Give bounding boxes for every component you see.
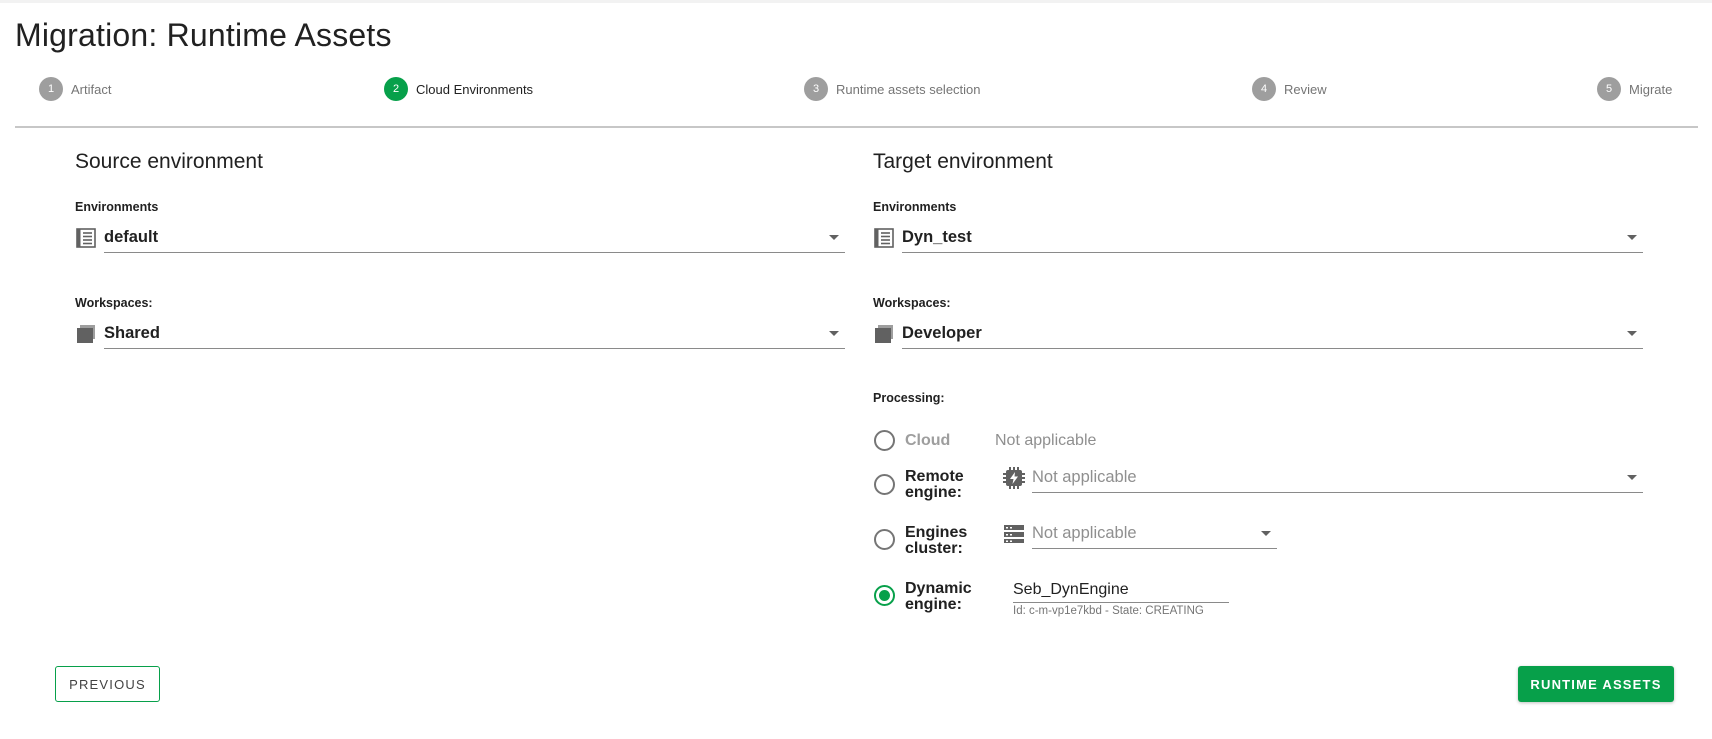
engines-cluster-field[interactable]: Not applicable xyxy=(1032,519,1277,549)
source-environment-title: Source environment xyxy=(75,150,263,173)
chevron-down-icon[interactable] xyxy=(829,331,839,336)
remote-engine-label-line1: Remote xyxy=(905,468,964,485)
page-title-prefix: Migration: xyxy=(15,17,158,53)
target-environment-field[interactable]: Dyn_test xyxy=(902,223,1643,253)
remote-engine-select[interactable]: Not applicable xyxy=(1003,463,1643,493)
cloud-label: Cloud xyxy=(905,432,951,449)
step-artifact[interactable]: 1 Artifact xyxy=(39,76,111,102)
step-review[interactable]: 4 Review xyxy=(1252,76,1327,102)
source-workspace-field[interactable]: Shared xyxy=(104,319,845,349)
chevron-down-icon[interactable] xyxy=(1627,331,1637,336)
remote-engine-value: Not applicable xyxy=(1032,468,1137,486)
server-cluster-icon xyxy=(1003,523,1025,545)
source-environments-label: Environments xyxy=(75,200,159,214)
dynamic-engine-label-line1: Dynamic xyxy=(905,580,972,597)
target-environment-select[interactable]: Dyn_test xyxy=(873,223,1643,253)
dynamic-engine-radio[interactable] xyxy=(874,585,895,606)
step-number: 2 xyxy=(384,77,408,101)
cloud-value: Not applicable xyxy=(995,432,1097,449)
page-title-rest: Runtime Assets xyxy=(157,17,392,53)
chevron-down-icon[interactable] xyxy=(829,235,839,240)
environment-list-icon xyxy=(873,227,895,249)
workspace-folder-icon xyxy=(873,323,895,345)
target-environments-label: Environments xyxy=(873,200,957,214)
target-workspace-select[interactable]: Developer xyxy=(873,319,1643,349)
dynamic-engine-label: Dynamic engine: xyxy=(905,581,972,613)
processing-label: Processing: xyxy=(873,391,945,405)
step-cloud-environments[interactable]: 2 Cloud Environments xyxy=(384,76,533,102)
runtime-assets-button[interactable]: RUNTIME ASSETS xyxy=(1518,666,1674,702)
dynamic-engine-hint: Id: c-m-vp1e7kbd - State: CREATING xyxy=(1013,605,1204,617)
previous-button[interactable]: PREVIOUS xyxy=(55,666,160,702)
target-workspace-field[interactable]: Developer xyxy=(902,319,1643,349)
step-number: 1 xyxy=(39,77,63,101)
remote-engine-radio[interactable] xyxy=(874,474,895,495)
source-environment-select[interactable]: default xyxy=(75,223,845,253)
page-title: Migration: Runtime Assets xyxy=(15,17,392,54)
chevron-down-icon[interactable] xyxy=(1261,531,1271,536)
remote-engine-field[interactable]: Not applicable xyxy=(1032,463,1643,493)
dynamic-engine-input[interactable]: Seb_DynEngine xyxy=(1013,577,1229,603)
engines-cluster-radio[interactable] xyxy=(874,529,895,550)
target-environment-title: Target environment xyxy=(873,150,1053,173)
source-workspace-value: Shared xyxy=(104,324,160,342)
engines-cluster-label-line1: Engines xyxy=(905,524,968,541)
target-workspaces-label: Workspaces: xyxy=(873,296,951,310)
step-number: 3 xyxy=(804,77,828,101)
step-label: Runtime assets selection xyxy=(836,81,981,97)
step-runtime-assets-selection[interactable]: 3 Runtime assets selection xyxy=(804,76,981,102)
step-number: 4 xyxy=(1252,77,1276,101)
target-environment-value: Dyn_test xyxy=(902,228,972,246)
environment-list-icon xyxy=(75,227,97,249)
top-strip xyxy=(0,0,1712,3)
step-label: Cloud Environments xyxy=(416,81,534,97)
engines-cluster-select[interactable]: Not applicable xyxy=(1003,519,1277,549)
cloud-radio[interactable] xyxy=(874,430,895,451)
chevron-down-icon[interactable] xyxy=(1627,235,1637,240)
step-label: Review xyxy=(1284,81,1327,97)
source-environment-field[interactable]: default xyxy=(104,223,845,253)
remote-engine-label-line2: engine: xyxy=(905,484,962,501)
engines-cluster-label: Engines cluster: xyxy=(905,525,967,557)
engines-cluster-value: Not applicable xyxy=(1032,524,1137,542)
step-number: 5 xyxy=(1597,77,1621,101)
engine-chip-icon xyxy=(1003,467,1025,489)
engines-cluster-label-line2: cluster: xyxy=(905,540,963,557)
step-label: Migrate xyxy=(1629,81,1673,97)
source-environment-value: default xyxy=(104,228,159,246)
step-migrate[interactable]: 5 Migrate xyxy=(1597,76,1672,102)
chevron-down-icon[interactable] xyxy=(1627,475,1637,480)
remote-engine-label: Remote engine: xyxy=(905,469,964,501)
target-workspace-value: Developer xyxy=(902,324,982,342)
dynamic-engine-label-line2: engine: xyxy=(905,596,962,613)
step-label: Artifact xyxy=(71,81,112,97)
stepper: 1 Artifact 2 Cloud Environments 3 Runtim… xyxy=(15,70,1698,128)
workspace-folder-icon xyxy=(75,323,97,345)
source-workspace-select[interactable]: Shared xyxy=(75,319,845,349)
source-workspaces-label: Workspaces: xyxy=(75,296,153,310)
